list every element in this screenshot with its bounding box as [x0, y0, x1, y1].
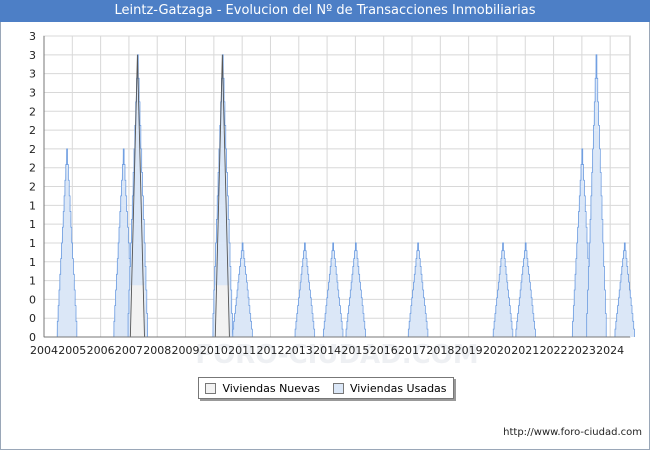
y-tick-label: 1: [29, 275, 36, 288]
x-tick-label: 2016: [370, 344, 398, 357]
legend-item-nuevas: Viviendas Nuevas: [205, 382, 320, 395]
x-tick-label: 2019: [455, 344, 483, 357]
y-tick-label: 2: [29, 105, 36, 118]
chart-area: FORO-CIUDAD.COM 2004 2005 2006 2007 2008 2009…: [29, 30, 635, 370]
legend-label-nuevas: Viviendas Nuevas: [222, 381, 321, 395]
y-tick-label: 1: [29, 199, 36, 212]
y-tick-label: 1: [29, 218, 36, 231]
y-tick-label: 1: [29, 256, 36, 269]
x-tick-label: 2020: [483, 344, 511, 357]
x-tick-label: 2013: [285, 344, 313, 357]
x-tick-label: 2005: [58, 344, 86, 357]
y-tick-label: 0: [29, 293, 36, 306]
x-tick-label: 2006: [87, 344, 115, 357]
y-tick-label: 0: [29, 312, 36, 325]
x-tick-label: 2007: [115, 344, 143, 357]
y-tick-label: 3: [29, 68, 36, 81]
x-tick-label: 2010: [200, 344, 228, 357]
chart-title: Leintz-Gatzaga - Evolucion del Nº de Tra…: [0, 0, 650, 22]
x-tick-label: 2023: [568, 344, 596, 357]
x-tick-label: 2022: [540, 344, 568, 357]
x-tick-label: 2017: [398, 344, 426, 357]
x-tick-label: 2015: [341, 344, 369, 357]
legend-label-usadas: Viviendas Usadas: [349, 381, 447, 395]
y-tick-label: 2: [29, 181, 36, 194]
y-tick-label: 2: [29, 124, 36, 137]
x-tick-label: 2008: [143, 344, 171, 357]
legend-swatch-nuevas: [205, 382, 217, 394]
x-tick-label: 2009: [172, 344, 200, 357]
y-tick-label: 3: [29, 30, 36, 43]
x-tick-label: 2011: [228, 344, 256, 357]
x-tick-label: 2004: [30, 344, 58, 357]
y-tick-label: 3: [29, 49, 36, 62]
x-tick-label: 2018: [426, 344, 454, 357]
nuevas-peak-base: [215, 285, 230, 337]
y-tick-label: 3: [29, 86, 36, 99]
nuevas-peak-base: [130, 285, 145, 337]
legend-swatch-usadas: [332, 382, 344, 394]
y-tick-label: 2: [29, 162, 36, 175]
x-tick-label: 2024: [596, 344, 624, 357]
y-tick-label: 2: [29, 143, 36, 156]
y-tick-label: 0: [29, 331, 36, 344]
x-tick-label: 2012: [256, 344, 284, 357]
source-link[interactable]: http://www.foro-ciudad.com: [503, 427, 642, 438]
x-tick-label: 2021: [511, 344, 539, 357]
y-tick-label: 1: [29, 237, 36, 250]
legend: Viviendas Nuevas Viviendas Usadas: [198, 377, 454, 399]
legend-item-usadas: Viviendas Usadas: [332, 381, 447, 395]
x-tick-label: 2014: [313, 344, 341, 357]
